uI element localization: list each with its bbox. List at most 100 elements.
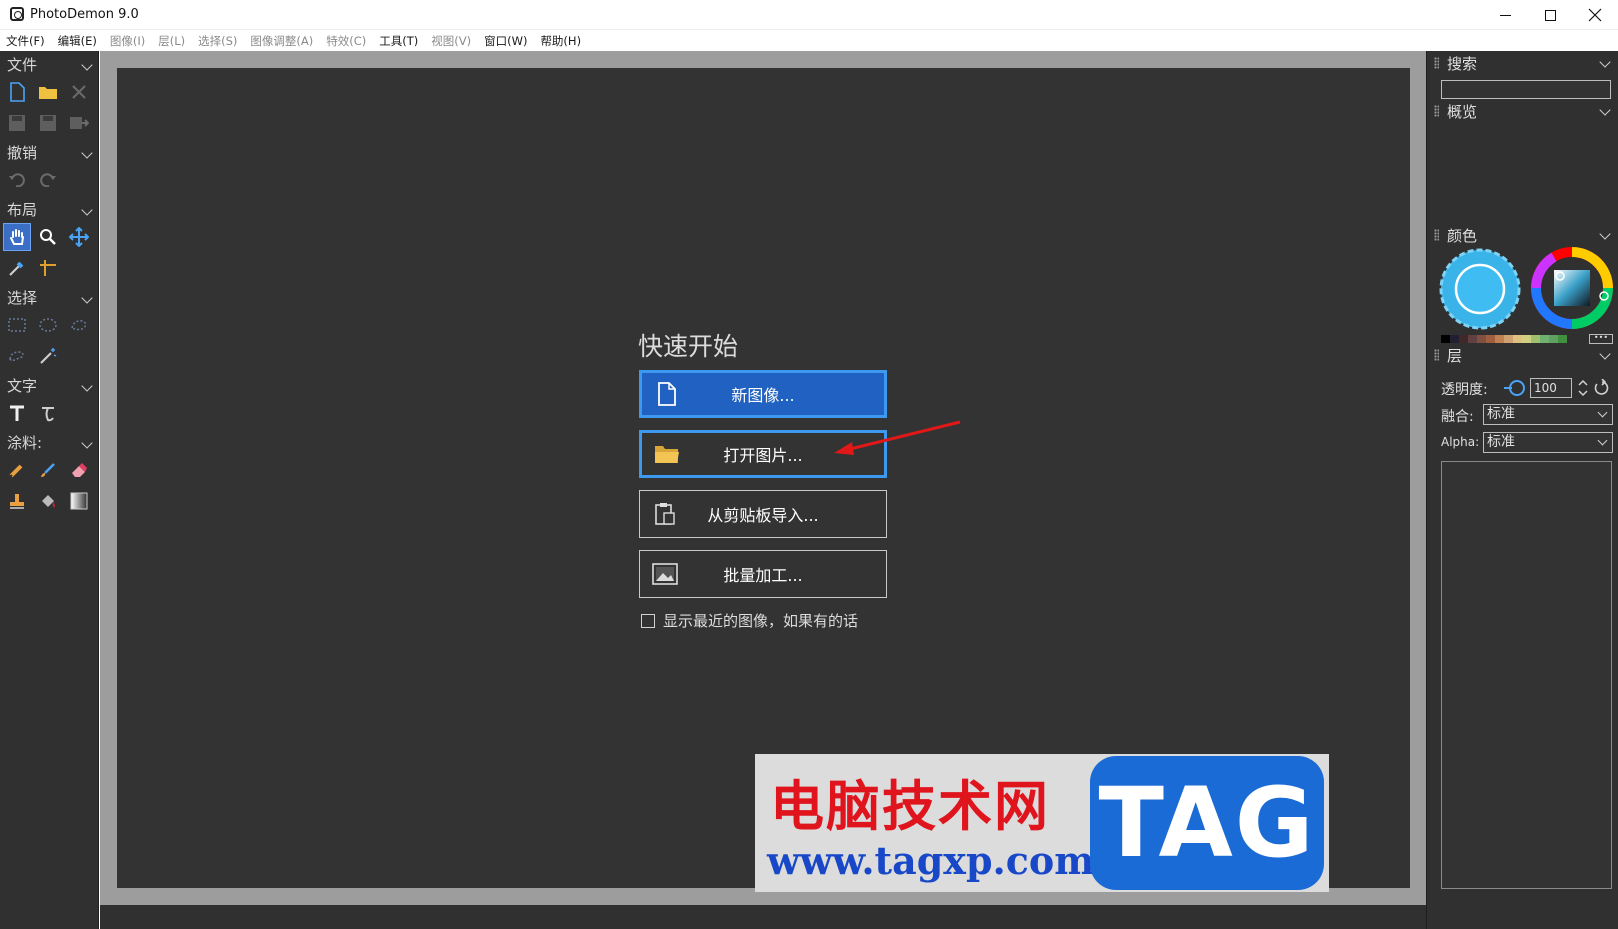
new-file-icon <box>654 381 680 407</box>
palette-swatch[interactable] <box>1513 335 1522 343</box>
chevron-down-icon <box>81 437 93 449</box>
grip-icon[interactable] <box>1434 105 1439 117</box>
minimize-button[interactable] <box>1482 0 1528 30</box>
maximize-button[interactable] <box>1527 0 1573 30</box>
panel-overview-header[interactable]: 概览 <box>1427 100 1618 122</box>
close-button[interactable] <box>1572 0 1618 30</box>
palette-swatch[interactable] <box>1549 335 1558 343</box>
spinner-arrows-icon[interactable] <box>1577 378 1589 398</box>
new-file-tool[interactable] <box>3 78 31 106</box>
section-text[interactable]: 文字 <box>0 373 99 397</box>
undo-tool[interactable] <box>3 166 31 194</box>
palette-swatch[interactable] <box>1450 335 1459 343</box>
color-palette[interactable] <box>1441 335 1567 343</box>
palette-more-button[interactable]: ••• <box>1589 334 1613 344</box>
brush-tool[interactable] <box>34 456 62 484</box>
palette-swatch[interactable] <box>1531 335 1540 343</box>
palette-swatch[interactable] <box>1495 335 1504 343</box>
menu-file[interactable]: 文件(F) <box>6 33 45 49</box>
close-file-tool[interactable] <box>65 78 93 106</box>
chevron-down-icon <box>81 204 93 216</box>
menu-image[interactable]: 图像(I) <box>110 33 145 49</box>
new-image-button[interactable]: 新图像... <box>639 370 887 418</box>
grip-icon[interactable] <box>1434 57 1439 69</box>
zoom-tool[interactable] <box>34 223 62 251</box>
stamp-icon <box>10 494 24 509</box>
polygon-select-tool[interactable] <box>3 342 31 370</box>
palette-swatch[interactable] <box>1558 335 1567 343</box>
paint-bucket-icon <box>42 495 55 508</box>
alpha-mode-select[interactable]: 标准 <box>1483 432 1613 453</box>
export-tool[interactable] <box>65 109 93 137</box>
menu-help[interactable]: 帮助(H) <box>540 33 581 49</box>
lasso-select-tool[interactable] <box>65 311 93 339</box>
palette-swatch[interactable] <box>1522 335 1531 343</box>
save-tool[interactable] <box>3 109 31 137</box>
opacity-input[interactable]: 100 <box>1530 378 1572 398</box>
menu-select[interactable]: 选择(S) <box>198 33 237 49</box>
panel-layers-header[interactable]: 层 <box>1427 344 1618 366</box>
brush-icon <box>41 463 55 477</box>
color-wheel[interactable] <box>1530 246 1614 330</box>
show-recent-checkbox[interactable]: 显示最近的图像，如果有的话 <box>641 610 858 631</box>
chevron-down-icon <box>81 147 93 159</box>
import-clipboard-button[interactable]: 从剪贴板导入... <box>639 490 887 538</box>
palette-swatch[interactable] <box>1441 335 1450 343</box>
ellipse-select-icon <box>39 318 57 332</box>
section-select-label: 选择 <box>7 289 38 307</box>
text-tool[interactable] <box>3 399 31 427</box>
clone-stamp-tool[interactable] <box>3 487 31 515</box>
palette-swatch[interactable] <box>1486 335 1495 343</box>
ellipse-select-tool[interactable] <box>34 311 62 339</box>
hand-tool[interactable] <box>3 223 31 251</box>
primary-color-swatch[interactable] <box>1439 248 1521 330</box>
move-tool[interactable] <box>65 223 93 251</box>
pencil-tool[interactable] <box>3 456 31 484</box>
search-input[interactable] <box>1441 80 1611 99</box>
fill-tool[interactable] <box>34 487 62 515</box>
reset-icon[interactable] <box>1593 379 1611 397</box>
section-layout[interactable]: 布局 <box>0 197 99 221</box>
grip-icon[interactable] <box>1434 349 1439 361</box>
color-picker-tool[interactable] <box>3 254 31 282</box>
palette-swatch[interactable] <box>1540 335 1549 343</box>
section-layout-label: 布局 <box>7 201 38 219</box>
rect-select-tool[interactable] <box>3 311 31 339</box>
batch-process-button[interactable]: 批量加工... <box>639 550 887 598</box>
section-undo[interactable]: 撤销 <box>0 140 99 164</box>
menu-layer[interactable]: 层(L) <box>158 33 185 49</box>
section-paint[interactable]: 涂料: <box>0 430 99 454</box>
magic-wand-tool[interactable] <box>34 342 62 370</box>
palette-swatch[interactable] <box>1504 335 1513 343</box>
grip-icon[interactable] <box>1434 229 1439 241</box>
palette-swatch[interactable] <box>1477 335 1486 343</box>
chevron-down-icon <box>81 380 93 392</box>
eraser-tool[interactable] <box>65 456 93 484</box>
menu-tools[interactable]: 工具(T) <box>379 33 418 49</box>
panel-search-header[interactable]: 搜索 <box>1427 52 1618 74</box>
section-file[interactable]: 文件 <box>0 52 99 76</box>
typography-tool[interactable] <box>34 399 62 427</box>
layers-list[interactable] <box>1441 461 1612 889</box>
palette-swatch[interactable] <box>1468 335 1477 343</box>
panel-color-header[interactable]: 颜色 <box>1427 224 1618 246</box>
section-select[interactable]: 选择 <box>0 285 99 309</box>
checkbox-box[interactable] <box>641 613 655 628</box>
save-as-tool[interactable] <box>34 109 62 137</box>
redo-tool[interactable] <box>34 166 62 194</box>
gradient-tool[interactable] <box>65 487 93 515</box>
menu-edit[interactable]: 编辑(E) <box>58 33 97 49</box>
palette-swatch[interactable] <box>1459 335 1468 343</box>
undo-icon <box>9 173 25 187</box>
section-file-label: 文件 <box>7 56 38 74</box>
open-file-tool[interactable] <box>34 78 62 106</box>
menu-adjustments[interactable]: 图像调整(A) <box>250 33 313 49</box>
blend-mode-select[interactable]: 标准 <box>1483 404 1613 425</box>
menu-effects[interactable]: 特效(C) <box>326 33 366 49</box>
menu-window[interactable]: 窗口(W) <box>484 33 527 49</box>
typography-icon <box>42 407 54 422</box>
window-title: PhotoDemon 9.0 <box>30 7 139 22</box>
menu-view[interactable]: 视图(V) <box>431 33 471 49</box>
measure-tool[interactable] <box>34 254 62 282</box>
opacity-slider-knob-icon[interactable] <box>1504 379 1526 397</box>
